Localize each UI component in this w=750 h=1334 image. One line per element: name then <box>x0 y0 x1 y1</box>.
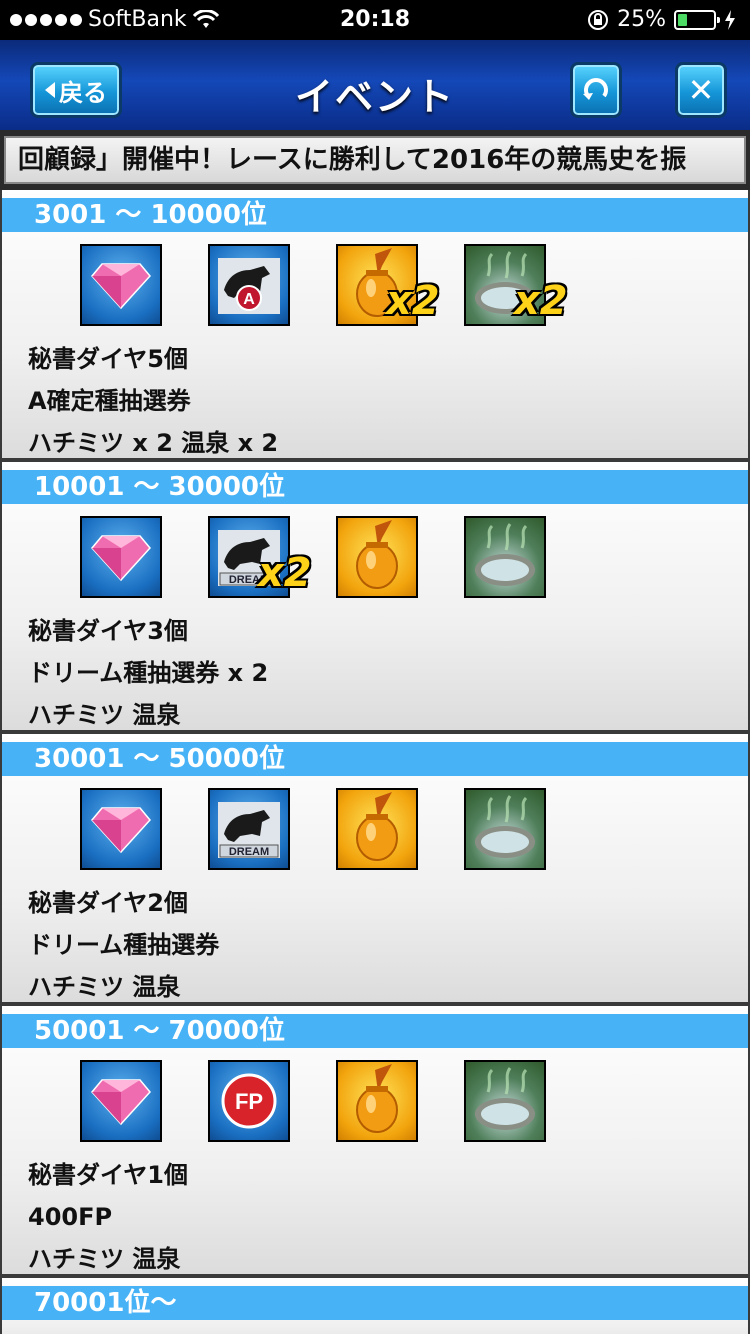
charging-icon <box>725 9 735 30</box>
diamond-icon <box>80 244 162 326</box>
svg-text:DREAM: DREAM <box>229 846 269 858</box>
hot-spring-icon <box>464 516 546 598</box>
status-right: 25% <box>587 7 736 32</box>
close-icon: ✕ <box>687 71 715 109</box>
orientation-lock-icon <box>588 9 609 30</box>
reward-line: 秘書ダイヤ2個 <box>28 889 188 917</box>
reload-icon <box>583 78 608 100</box>
a-stud-ticket-icon: A <box>208 244 290 326</box>
reward-line: ハチミツ 温泉 <box>28 973 181 1001</box>
reward-line: 400FP <box>28 1203 113 1231</box>
tier-rank-range: 70001位〜 <box>2 1286 748 1320</box>
diamond-icon <box>80 516 162 598</box>
status-bar: SoftBank 20:18 25% <box>0 0 750 40</box>
quantity-multiplier: x2 <box>386 278 440 324</box>
reward-icons: FP <box>2 1060 748 1142</box>
reward-line: ハチミツ 温泉 <box>28 701 181 729</box>
reload-button[interactable] <box>570 62 622 118</box>
honey-icon <box>336 1060 418 1142</box>
reward-descriptions: 秘書ダイヤ1個 400FP ハチミツ 温泉 <box>28 1154 188 1280</box>
reward-line: ドリーム種抽選券 <box>28 931 220 959</box>
reward-line: ドリーム種抽選券 x 2 <box>28 659 269 687</box>
reward-descriptions: 秘書ダイヤ3個ドリーム種抽選券 x 2 ハチミツ 温泉 <box>28 610 268 736</box>
hot-spring-icon <box>464 788 546 870</box>
tier-rank-range: 3001 〜 10000位 <box>2 198 748 232</box>
reward-line: 秘書ダイヤ1個 <box>28 1161 188 1189</box>
reward-line: 秘書ダイヤ5個 <box>28 345 188 373</box>
reward-line: ハチミツ 温泉 <box>28 1245 181 1273</box>
reward-descriptions: 秘書ダイヤ5個 A確定種抽選券ハチミツ x 2 温泉 x 2 <box>28 338 278 464</box>
tier-rank-range: 30001 〜 50000位 <box>2 742 748 776</box>
reward-list[interactable]: 3001 〜 10000位 Ax2 x2 秘書ダイヤ5個 A確定種抽選券ハチミツ x 2… <box>0 190 750 1334</box>
reward-icons: DREAM <box>2 788 748 870</box>
reward-tier: 30001 〜 50000位 DREAM 秘書ダイヤ2個ドリーム種抽選券 ハチミツ 温… <box>2 734 748 1002</box>
hot-spring-icon: x2 <box>464 244 568 326</box>
dream-stud-ticket-icon: DREAM x2 <box>208 516 312 598</box>
reward-icons: Ax2 x2 <box>2 244 748 326</box>
reward-line: ハチミツ x 2 温泉 x 2 <box>28 429 279 457</box>
diamond-icon <box>80 788 162 870</box>
app-header: 戻る イベント ✕ <box>0 40 750 130</box>
diamond-icon <box>80 1060 162 1142</box>
fp-icon: FP <box>208 1060 290 1142</box>
hot-spring-icon <box>464 1060 546 1142</box>
battery-percent: 25% <box>617 7 666 32</box>
page-title: イベント <box>294 75 455 119</box>
news-ticker: 回顧録」開催中！レースに勝利して2016年の競馬史を振 <box>0 130 750 190</box>
svg-text:FP: FP <box>235 1089 263 1114</box>
close-button[interactable]: ✕ <box>675 62 727 118</box>
svg-text:A: A <box>243 291 255 308</box>
reward-line: A確定種抽選券 <box>28 387 191 415</box>
quantity-multiplier: x2 <box>258 550 312 596</box>
honey-icon <box>336 788 418 870</box>
reward-tier: 70001位〜 <box>2 1278 748 1334</box>
tier-rank-range: 50001 〜 70000位 <box>2 1014 748 1048</box>
tier-rank-range: 10001 〜 30000位 <box>2 470 748 504</box>
dream-stud-ticket-icon: DREAM <box>208 788 290 870</box>
reward-icons: DREAM x2 <box>2 516 748 598</box>
reward-tier: 50001 〜 70000位 FP 秘書ダイヤ1個 400FP ハチミツ 温泉 <box>2 1006 748 1274</box>
ticker-text: 回顧録」開催中！レースに勝利して2016年の競馬史を振 <box>4 136 746 184</box>
reward-tier: 3001 〜 10000位 Ax2 x2 秘書ダイヤ5個 A確定種抽選券ハチミツ x 2… <box>2 190 748 458</box>
honey-icon <box>336 516 418 598</box>
honey-icon: x2 <box>336 244 440 326</box>
reward-descriptions: 秘書ダイヤ2個ドリーム種抽選券 ハチミツ 温泉 <box>28 882 219 1008</box>
reward-line: 秘書ダイヤ3個 <box>28 617 188 645</box>
reward-tier: 10001 〜 30000位 DREAM x2 秘書ダイヤ3個ドリーム種抽選券 x 2… <box>2 462 748 730</box>
quantity-multiplier: x2 <box>514 278 568 324</box>
battery-icon <box>674 9 720 30</box>
